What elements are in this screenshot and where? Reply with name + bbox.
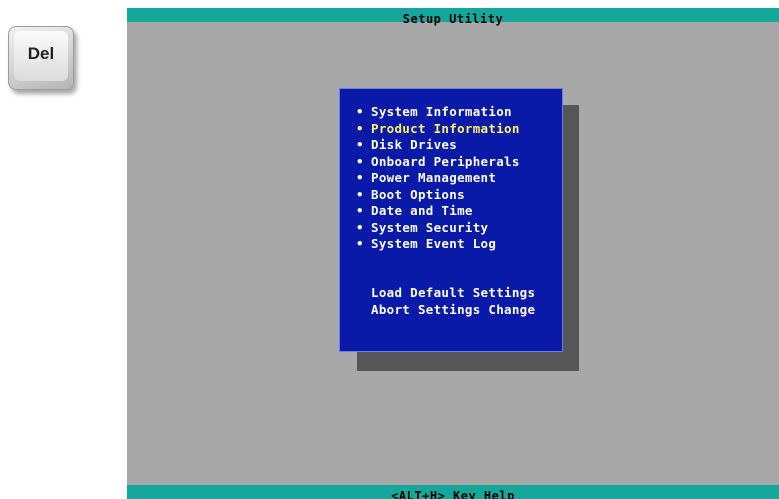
bullet-icon: •: [356, 203, 364, 218]
bullet-icon: •: [356, 153, 364, 169]
menu-item-onboard-peripherals[interactable]: • Onboard Peripherals: [356, 154, 520, 171]
main-menu-panel: • System Information • Product Information…: [339, 88, 563, 352]
menu-item-system-information[interactable]: • System Information: [356, 104, 520, 121]
menu-item-label: Power Management: [371, 170, 497, 185]
bullet-icon: •: [356, 137, 364, 152]
del-key-label: Del: [27, 44, 55, 63]
bullet-icon: •: [356, 104, 364, 119]
window-title: Setup Utility: [402, 12, 504, 26]
menu-item-disk-drives[interactable]: • Disk Drives: [356, 137, 520, 154]
bullet-icon: •: [356, 236, 364, 251]
menu-item-boot-options[interactable]: • Boot Options: [356, 187, 520, 204]
menu-item-system-event-log[interactable]: • System Event Log: [356, 236, 520, 253]
bullet-icon: •: [356, 186, 364, 202]
menu-item-power-management[interactable]: • Power Management: [356, 170, 520, 187]
keyboard-key-icon: Del: [14, 31, 68, 81]
key-help-hint: <ALT+H> Key Help: [391, 489, 515, 499]
menu-actions-list: Load Default Settings Abort Settings Cha…: [371, 285, 535, 318]
menu-item-label: System Event Log: [371, 236, 497, 251]
abort-settings-change-option[interactable]: Abort Settings Change: [371, 302, 535, 319]
bios-setup-screen: Setup Utility • System Information • Produ…: [127, 8, 779, 499]
menu-item-label: System Information: [371, 104, 512, 119]
bullet-icon: •: [356, 120, 364, 136]
bullet-icon: •: [356, 170, 364, 185]
load-default-settings-option[interactable]: Load Default Settings: [371, 285, 535, 302]
menu-item-date-and-time[interactable]: • Date and Time: [356, 203, 520, 220]
menu-item-system-security[interactable]: • System Security: [356, 220, 520, 237]
del-key-graphic: Del: [8, 26, 74, 90]
title-bar: Setup Utility: [127, 8, 779, 26]
menu-item-product-information[interactable]: • Product Information: [356, 121, 520, 138]
help-bar: <ALT+H> Key Help: [127, 485, 779, 499]
menu-item-label: Product Information: [371, 120, 520, 136]
menu-item-label: System Security: [371, 219, 489, 235]
menu-item-label: Boot Options: [371, 186, 465, 202]
bullet-icon: •: [356, 219, 364, 235]
menu-item-label: Disk Drives: [371, 137, 458, 152]
main-menu-list: • System Information • Product Information…: [356, 104, 520, 253]
menu-item-label: Date and Time: [371, 203, 473, 218]
menu-item-label: Onboard Peripherals: [371, 153, 520, 169]
